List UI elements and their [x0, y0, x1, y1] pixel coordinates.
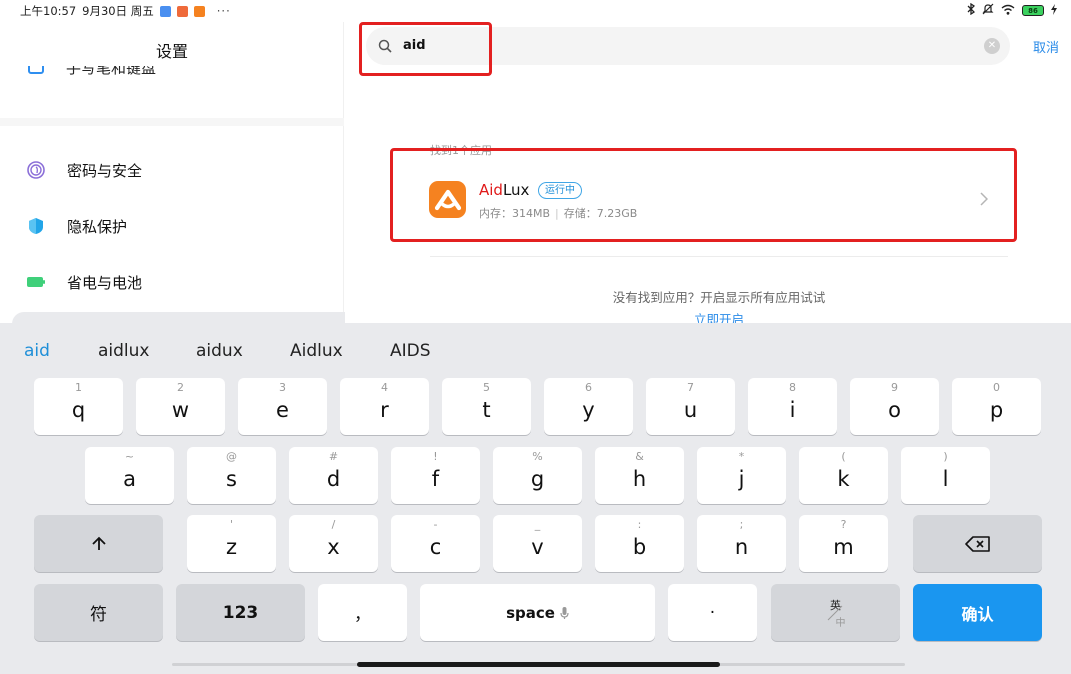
key-z[interactable]: ' z [187, 515, 276, 572]
symbol-key[interactable]: 符 [34, 584, 163, 641]
key-w[interactable]: 2w [136, 378, 225, 435]
period-key[interactable]: · [668, 584, 757, 641]
suggestion-item[interactable]: aidux [196, 341, 243, 361]
suggestion-item[interactable]: Aidlux [290, 341, 343, 361]
comma-key[interactable]: ， [318, 584, 407, 641]
notification-app-icon [159, 5, 171, 17]
result-divider [430, 256, 1008, 257]
key-y[interactable]: 6y [544, 378, 633, 435]
key-h[interactable]: & h [595, 447, 684, 504]
more-notifications: ··· [216, 4, 231, 18]
key-v[interactable]: _ v [493, 515, 582, 572]
suggestion-item[interactable]: aidlux [98, 341, 150, 361]
key-b[interactable]: :b [595, 515, 684, 572]
key-q[interactable]: 1q [34, 378, 123, 435]
shield-icon [26, 216, 46, 236]
not-found-text: 没有找到应用？开启显示所有应用试试 [612, 290, 826, 305]
wifi-icon [1001, 4, 1015, 18]
suggestion-item[interactable]: AIDS [390, 341, 431, 361]
status-date: 9月30日 周五 [82, 4, 154, 18]
settings-sidebar: 设置 手写笔和键盘 密码与安全 隐私保护 省电与电池 [0, 22, 344, 322]
space-label: space [420, 584, 655, 641]
backspace-key[interactable] [913, 515, 1042, 572]
key-l[interactable]: ) l [901, 447, 990, 504]
sidebar-item-battery[interactable]: 省电与电池 [26, 267, 142, 297]
section-divider [0, 118, 344, 126]
key-k[interactable]: (k [799, 447, 888, 504]
shift-key[interactable] [34, 515, 163, 572]
key-a[interactable]: ~ a [85, 447, 174, 504]
battery-icon [26, 272, 46, 292]
home-indicator[interactable] [357, 662, 720, 667]
key-d[interactable]: # d [289, 447, 378, 504]
cancel-button[interactable]: 取消 [1033, 37, 1059, 56]
key-o[interactable]: 9o [850, 378, 939, 435]
key-e[interactable]: 3e [238, 378, 327, 435]
soft-keyboard: aid aidlux aidux Aidlux AIDS 1q 2w 3e 4r… [0, 323, 1071, 674]
annotation-box-search [359, 22, 492, 76]
key-g[interactable]: % g [493, 447, 582, 504]
keyboard-icon [28, 66, 44, 74]
key-r[interactable]: 4r [340, 378, 429, 435]
bluetooth-icon [967, 2, 976, 18]
sidebar-item-label: 手写笔和键盘 [66, 66, 157, 77]
fingerprint-icon [26, 160, 46, 180]
sidebar-item-stylus-keyboard[interactable]: 手写笔和键盘 [26, 66, 326, 80]
clear-search-button[interactable]: ✕ [984, 38, 1000, 54]
microphone-icon [560, 606, 569, 619]
key-t[interactable]: 5t [442, 378, 531, 435]
sidebar-item-label: 密码与安全 [67, 161, 143, 180]
charging-icon [1051, 3, 1057, 18]
confirm-key[interactable]: 确认 [913, 584, 1042, 641]
language-switch-key[interactable]: 英 中 [771, 584, 900, 641]
suggestion-item[interactable]: aid [24, 341, 50, 361]
key-m[interactable]: ? m [799, 515, 888, 572]
settings-title: 设置 [155, 42, 188, 61]
backspace-icon [913, 515, 1042, 572]
key-i[interactable]: 8i [748, 378, 837, 435]
notification-app-icon [176, 5, 188, 17]
status-time: 上午10:57 [20, 4, 77, 18]
space-key[interactable]: space [420, 584, 655, 641]
key-x[interactable]: / x [289, 515, 378, 572]
number-key[interactable]: 123 [176, 584, 305, 641]
annotation-box-result [390, 148, 1017, 242]
key-f[interactable]: ! f [391, 447, 480, 504]
key-u[interactable]: 7u [646, 378, 735, 435]
key-c[interactable]: -c [391, 515, 480, 572]
battery-icon: 86 [1022, 5, 1044, 16]
sidebar-item-privacy[interactable]: 隐私保护 [26, 211, 127, 241]
mute-icon [982, 3, 994, 18]
sidebar-item-label: 省电与电池 [67, 273, 143, 292]
sidebar-item-label: 隐私保护 [67, 217, 128, 236]
aidlux-notification-icon [193, 5, 205, 17]
suggestion-bar: aid aidlux aidux Aidlux AIDS [0, 323, 1071, 375]
key-s[interactable]: @ s [187, 447, 276, 504]
key-p[interactable]: 0p [952, 378, 1041, 435]
sidebar-item-password-security[interactable]: 密码与安全 [26, 155, 142, 185]
shift-icon [34, 515, 163, 572]
key-n[interactable]: ; n [697, 515, 786, 572]
status-bar: 上午10:57 9月30日 周五 ··· 86 [0, 0, 1071, 22]
key-j[interactable]: * j [697, 447, 786, 504]
